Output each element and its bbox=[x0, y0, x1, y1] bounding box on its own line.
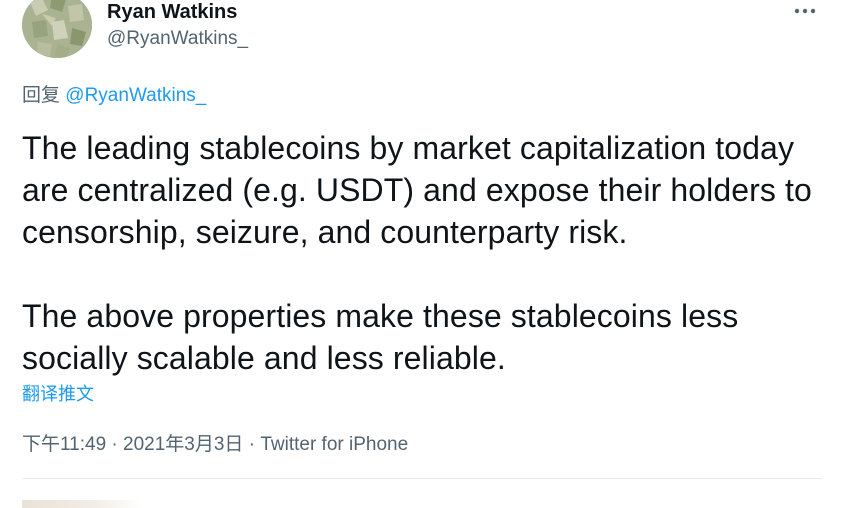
tweet-source[interactable]: Twitter for iPhone bbox=[260, 434, 408, 455]
reply-prefix: 回复 bbox=[22, 85, 61, 106]
tweet-metadata: 下午11:49 · 2021年3月3日 · Twitter for iPhone bbox=[22, 433, 408, 457]
author-name[interactable]: Ryan Watkins bbox=[107, 0, 237, 24]
tweet-paragraph-1: The leading stablecoins by market capita… bbox=[22, 130, 812, 250]
cropped-content bbox=[22, 500, 142, 508]
tweet-date[interactable]: 2021年3月3日 bbox=[123, 434, 243, 455]
meta-separator: · bbox=[111, 434, 118, 455]
tweet-time[interactable]: 下午11:49 bbox=[22, 434, 106, 455]
reply-mention-link[interactable]: @RyanWatkins_ bbox=[65, 85, 206, 106]
meta-separator: · bbox=[248, 434, 256, 455]
avatar[interactable] bbox=[22, 0, 92, 58]
reply-context: 回复 @RyanWatkins_ bbox=[22, 85, 206, 107]
tweet-text: The leading stablecoins by market capita… bbox=[22, 127, 832, 379]
tweet-paragraph-2: The above properties make these stableco… bbox=[22, 298, 739, 376]
translate-tweet-link[interactable]: 翻译推文 bbox=[22, 383, 94, 405]
tweet: Ryan Watkins @RyanWatkins_ 回复 @RyanWatki… bbox=[0, 0, 847, 508]
more-horizontal-icon bbox=[794, 8, 816, 14]
more-options-button[interactable] bbox=[790, 2, 820, 20]
author-handle[interactable]: @RyanWatkins_ bbox=[107, 28, 248, 50]
divider bbox=[22, 478, 822, 479]
